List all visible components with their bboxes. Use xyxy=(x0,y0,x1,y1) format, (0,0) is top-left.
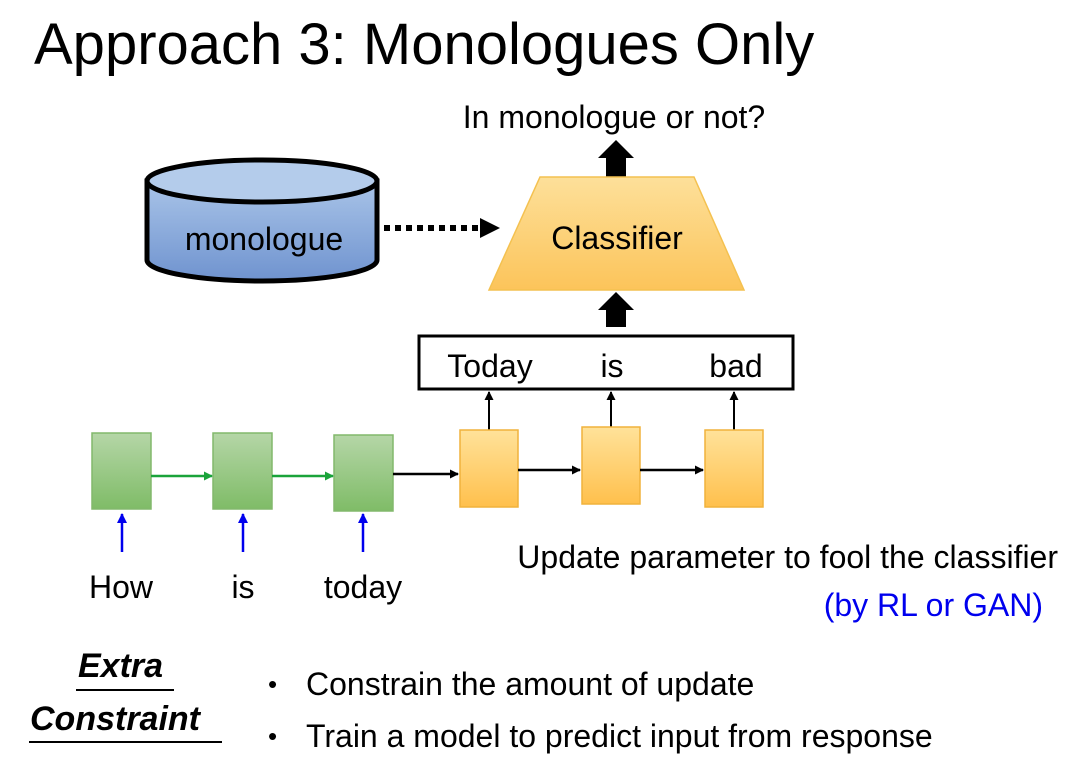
update-note: Update parameter to fool the classifier xyxy=(517,539,1058,575)
decoder-cell xyxy=(704,429,764,508)
output-token: bad xyxy=(709,348,762,384)
monologue-database: monologue xyxy=(144,157,380,284)
classifier-output-arrow-icon xyxy=(598,140,634,177)
output-question-text: In monologue or not? xyxy=(463,99,765,135)
bullet-text: Train a model to predict input from resp… xyxy=(306,718,933,754)
method-note: (by RL or GAN) xyxy=(824,587,1043,623)
constraint-label: Constraint xyxy=(30,700,200,738)
list-item: • Train a model to predict input from re… xyxy=(268,710,933,762)
constraint-list: • Constrain the amount of update • Train… xyxy=(268,658,933,762)
decoder-cell xyxy=(459,429,519,508)
constraint-underline xyxy=(29,741,222,743)
list-item: • Constrain the amount of update xyxy=(268,658,933,710)
database-label: monologue xyxy=(185,221,343,257)
input-token: How xyxy=(89,569,154,605)
extra-label: Extra xyxy=(78,647,164,685)
bullet-icon: • xyxy=(268,721,278,751)
input-token: is xyxy=(231,569,254,605)
classifier-input-arrow-icon xyxy=(598,292,634,327)
bullet-text: Constrain the amount of update xyxy=(306,666,755,702)
dotted-arrow-head-icon xyxy=(480,218,500,238)
input-token: today xyxy=(324,569,402,605)
decoder-cell xyxy=(581,426,641,505)
classifier-label: Classifier xyxy=(551,220,683,256)
output-token: Today xyxy=(447,348,532,384)
output-token: is xyxy=(600,348,623,384)
encoder-cell xyxy=(333,434,394,512)
bullet-icon: • xyxy=(268,669,278,699)
encoder-cell xyxy=(91,432,152,510)
extra-underline xyxy=(76,689,174,691)
classifier-block: Classifier xyxy=(487,176,746,291)
encoder-cell xyxy=(212,432,273,510)
